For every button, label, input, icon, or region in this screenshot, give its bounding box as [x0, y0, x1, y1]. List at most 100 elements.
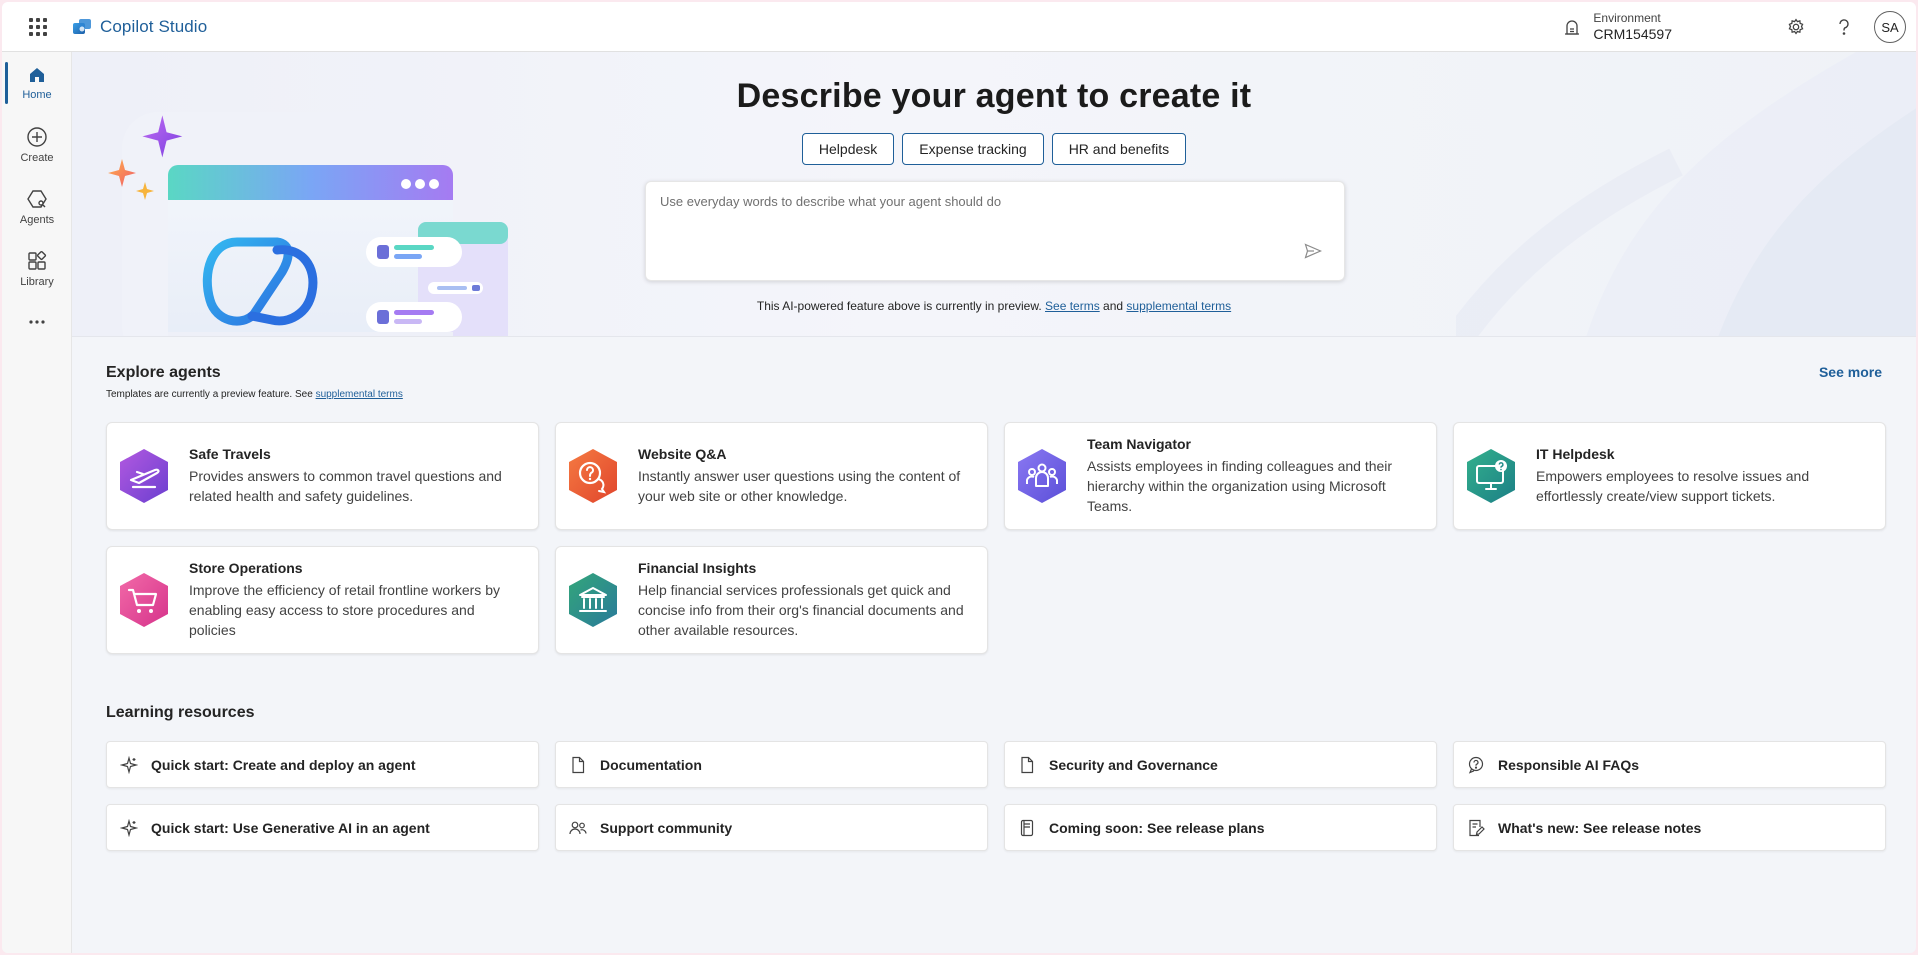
templates-supplemental-terms-link[interactable]: supplemental terms	[316, 389, 403, 400]
agent-card-safe-travels[interactable]: Safe Travels Provides answers to common …	[106, 422, 539, 530]
chip-expense-tracking[interactable]: Expense tracking	[902, 133, 1044, 165]
resource-release-notes[interactable]: What's new: See release notes	[1453, 804, 1886, 851]
rail-item-label: Agents	[19, 214, 55, 226]
cart-icon	[120, 573, 168, 627]
agent-card-title: IT Helpdesk	[1536, 446, 1615, 462]
environment-icon	[1565, 20, 1580, 35]
brand[interactable]: Copilot Studio	[72, 17, 207, 37]
agent-description-box	[645, 181, 1345, 281]
chip-hr-and-benefits[interactable]: HR and benefits	[1051, 133, 1187, 165]
agent-card-team-navigator[interactable]: Team Navigator Assists employees in find…	[1004, 422, 1437, 530]
agents-icon	[27, 190, 47, 208]
resource-label: Quick start: Use Generative AI in an age…	[151, 819, 430, 836]
waffle-icon	[29, 17, 47, 36]
resource-release-plans[interactable]: Coming soon: See release plans	[1004, 804, 1437, 851]
resource-support-community[interactable]: Support community	[555, 804, 988, 851]
more-horizontal-icon	[29, 320, 45, 324]
disclaimer-text: This AI-powered feature above is current…	[756, 299, 1042, 313]
document-icon	[568, 755, 588, 775]
resource-label: Responsible AI FAQs	[1498, 756, 1640, 773]
explore-agents-title: Explore agents	[106, 364, 221, 381]
resource-label: What's new: See release notes	[1498, 819, 1702, 836]
disclaimer-and: and	[1103, 299, 1124, 313]
agent-card-description: Provides answers to common travel questi…	[189, 468, 502, 504]
sparkle-icon	[119, 755, 139, 775]
explore-agents-subtitle: Templates are currently a preview featur…	[106, 389, 403, 400]
agent-card-financial-insights[interactable]: Financial Insights Help financial servic…	[555, 546, 988, 654]
more-options-button[interactable]	[2, 300, 72, 344]
resource-label: Security and Governance	[1049, 756, 1218, 773]
left-navigation-rail: Home Create Agents Library	[2, 52, 72, 953]
agent-card-description: Improve the efficiency of retail frontli…	[189, 582, 500, 638]
add-circle-icon	[27, 127, 47, 147]
resource-label: Coming soon: See release plans	[1049, 819, 1265, 836]
agent-card-title: Store Operations	[189, 560, 303, 576]
rail-item-label: Home	[22, 89, 52, 101]
app-title: Copilot Studio	[100, 16, 208, 36]
environment-picker[interactable]: Environment CRM154597	[1563, 11, 1672, 42]
app-window: Copilot Studio Environment CRM154597 SA …	[2, 2, 1916, 953]
agent-card-description: Help financial services professionals ge…	[638, 582, 964, 638]
help-icon	[1839, 19, 1849, 35]
hero-section: Describe your agent to create it Helpdes…	[72, 52, 1916, 337]
see-terms-link[interactable]: See terms	[1045, 299, 1100, 313]
gear-icon	[1788, 18, 1804, 35]
rail-item-library[interactable]: Library	[2, 238, 72, 300]
rail-item-create[interactable]: Create	[2, 114, 72, 176]
home-icon	[30, 68, 44, 82]
resource-quick-start-create[interactable]: Quick start: Create and deploy an agent	[106, 741, 539, 788]
agent-card-description: Instantly answer user questions using th…	[638, 468, 961, 504]
agent-card-title: Financial Insights	[638, 560, 757, 576]
top-bar: Copilot Studio Environment CRM154597 SA	[2, 2, 1916, 52]
rail-item-home[interactable]: Home	[2, 52, 72, 114]
resource-responsible-ai-faqs[interactable]: Responsible AI FAQs	[1453, 741, 1886, 788]
notes-edit-icon	[1466, 818, 1486, 838]
learning-resources-title: Learning resources	[106, 704, 255, 721]
document-icon	[1017, 755, 1037, 775]
resource-label: Support community	[600, 819, 733, 836]
rail-item-label: Create	[20, 152, 54, 164]
library-icon	[28, 250, 47, 270]
resource-label: Documentation	[600, 756, 702, 773]
agent-card-website-qa[interactable]: Website Q&A Instantly answer user questi…	[555, 422, 988, 530]
agent-card-it-helpdesk[interactable]: IT Helpdesk Empowers employees to resolv…	[1453, 422, 1886, 530]
send-icon	[1304, 243, 1323, 259]
agent-card-title: Safe Travels	[189, 446, 271, 462]
question-chat-icon	[569, 449, 617, 503]
resource-label: Quick start: Create and deploy an agent	[151, 756, 416, 773]
rail-item-label: Library	[20, 276, 54, 288]
agent-description-input[interactable]	[660, 194, 1300, 264]
monitor-question-icon	[1467, 449, 1515, 503]
agent-card-store-operations[interactable]: Store Operations Improve the efficiency …	[106, 546, 539, 654]
send-button[interactable]	[1304, 243, 1323, 264]
sparkle-icon	[119, 818, 139, 838]
supplemental-terms-link[interactable]: supplemental terms	[1126, 299, 1231, 313]
settings-button[interactable]	[1772, 2, 1820, 52]
bank-icon	[569, 573, 617, 627]
agent-card-title: Website Q&A	[638, 446, 727, 462]
copilot-studio-logo-icon	[73, 18, 91, 34]
environment-value: CRM154597	[1593, 25, 1672, 42]
help-button[interactable]	[1820, 2, 1868, 52]
notebook-icon	[1017, 818, 1037, 838]
resource-security-governance[interactable]: Security and Governance	[1004, 741, 1437, 788]
agent-card-description: Assists employees in finding colleagues …	[1087, 458, 1393, 514]
rail-item-agents[interactable]: Agents	[2, 176, 72, 238]
suggestion-chips: Helpdesk Expense tracking HR and benefit…	[72, 133, 1916, 165]
people-icon	[1018, 449, 1066, 503]
app-launcher-button[interactable]	[2, 2, 74, 52]
environment-label: Environment	[1593, 11, 1661, 26]
resource-quick-start-generative-ai[interactable]: Quick start: Use Generative AI in an age…	[106, 804, 539, 851]
see-more-link[interactable]: See more	[1819, 364, 1882, 380]
user-avatar[interactable]: SA	[1874, 11, 1906, 43]
preview-disclaimer: This AI-powered feature above is current…	[72, 299, 1916, 313]
chip-helpdesk[interactable]: Helpdesk	[801, 133, 895, 165]
main-content: Explore agents Templates are currently a…	[72, 338, 1916, 953]
airplane-icon	[120, 449, 168, 503]
hero-title: Describe your agent to create it	[736, 77, 1252, 115]
chat-question-icon	[1466, 755, 1486, 775]
templates-preview-text: Templates are currently a preview featur…	[106, 389, 313, 400]
resource-documentation[interactable]: Documentation	[555, 741, 988, 788]
people-community-icon	[568, 818, 588, 838]
agent-card-title: Team Navigator	[1087, 436, 1191, 452]
